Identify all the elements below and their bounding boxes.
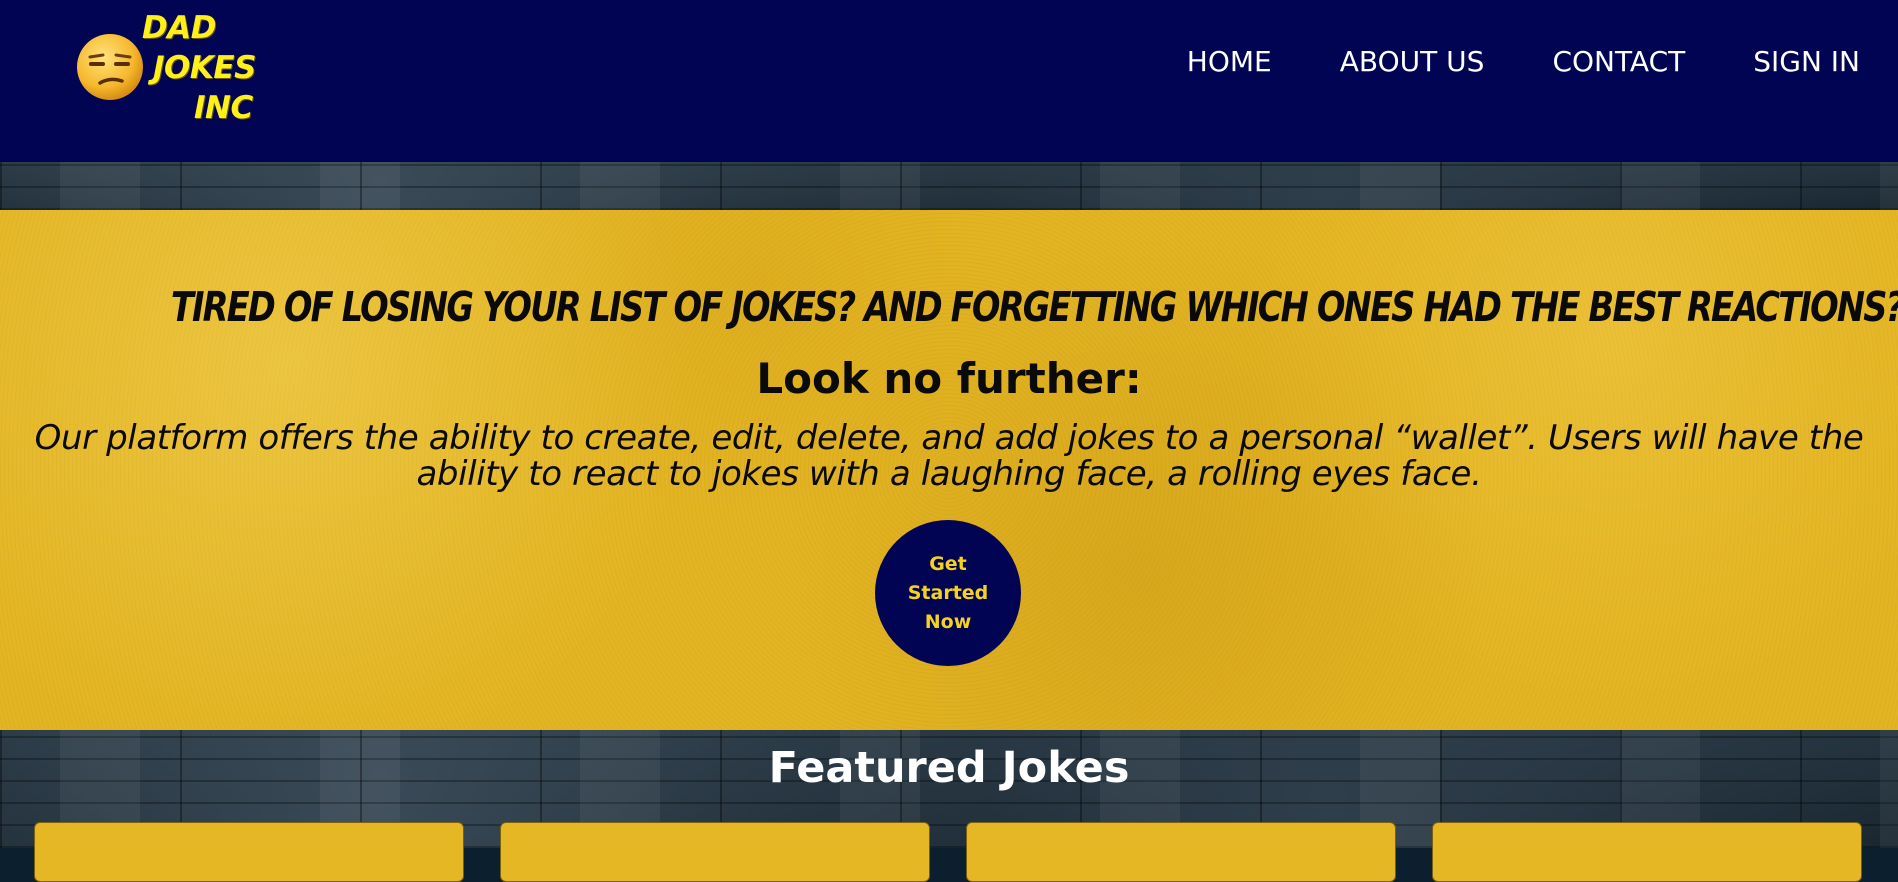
hero-section: TIRED OF LOSING YOUR LIST OF JOKES? AND …	[0, 210, 1898, 730]
nav-contact-link[interactable]: CONTACT	[1552, 44, 1685, 80]
brand-line-2: JOKES	[153, 50, 256, 86]
top-navbar: DAD JOKES INC HOME ABOUT US CONTACT SIGN…	[0, 0, 1898, 162]
hero-subheading: Look no further:	[756, 354, 1142, 403]
brand-wordmark: DAD JOKES INC	[138, 8, 278, 128]
main-nav: HOME ABOUT US CONTACT SIGN IN	[1119, 44, 1860, 80]
brand-logo-link[interactable]: DAD JOKES INC	[76, 8, 276, 128]
hero-description: Our platform offers the ability to creat…	[34, 418, 1864, 494]
hero-heading: TIRED OF LOSING YOUR LIST OF JOKES? AND …	[170, 283, 1898, 331]
featured-joke-card[interactable]	[966, 822, 1396, 882]
get-started-button[interactable]: Get Started Now	[875, 520, 1021, 666]
featured-joke-card[interactable]	[1432, 822, 1862, 882]
brand-line-1: DAD	[142, 10, 216, 46]
stone-texture-band	[0, 162, 1898, 210]
featured-joke-card[interactable]	[34, 822, 464, 882]
nav-home-link[interactable]: HOME	[1187, 44, 1272, 80]
nav-about-us-link[interactable]: ABOUT US	[1340, 44, 1485, 80]
unamused-face-icon	[77, 34, 143, 100]
featured-jokes-title: Featured Jokes	[768, 743, 1130, 793]
nav-sign-in-link[interactable]: SIGN IN	[1753, 44, 1860, 80]
featured-joke-card[interactable]	[500, 822, 930, 882]
brand-line-3: INC	[194, 90, 253, 126]
